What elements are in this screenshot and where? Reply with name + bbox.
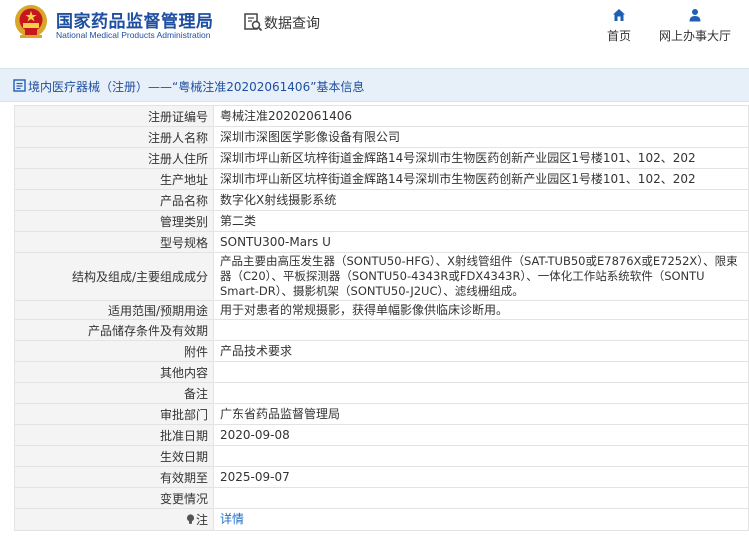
row-label: 适用范围/预期用途 (14, 300, 214, 320)
row-value (213, 361, 749, 383)
row-value: 数字化X射线摄影系统 (213, 189, 749, 211)
row-label: 备注 (14, 382, 214, 404)
table-row: 产品名称 数字化X射线摄影系统 (14, 189, 749, 211)
table-row: 备注 (14, 382, 749, 404)
row-label: 其他内容 (14, 361, 214, 383)
row-label: 注册人名称 (14, 126, 214, 148)
row-value: 第二类 (213, 210, 749, 232)
row-value: 粤械注准20202061406 (213, 105, 749, 127)
row-label: 产品储存条件及有效期 (14, 319, 214, 341)
row-label: 有效期至 (14, 466, 214, 488)
table-row: 有效期至 2025-09-07 (14, 466, 749, 488)
table-row: 管理类别 第二类 (14, 210, 749, 232)
table-row: 注册人住所 深圳市坪山新区坑梓街道金辉路14号深圳市生物医药创新产业园区1号楼10… (14, 147, 749, 169)
user-icon (689, 9, 701, 22)
row-label: 产品名称 (14, 189, 214, 211)
detail-table: 注册证编号 粤械注准20202061406 注册人名称 深圳市深图医学影像设备有限公… (14, 105, 749, 531)
row-label: 注册人住所 (14, 147, 214, 169)
row-value (213, 487, 749, 509)
record-title-bar: 境内医疗器械（注册）——“粤械注准20202061406”基本信息 (0, 68, 749, 102)
row-value (213, 382, 749, 404)
table-row-note: 注 详情 (14, 508, 749, 531)
note-value-cell: 详情 (213, 508, 749, 531)
row-label: 结构及组成/主要组成成分 (14, 252, 214, 301)
row-value: 产品技术要求 (213, 340, 749, 362)
table-row: 附件 产品技术要求 (14, 340, 749, 362)
row-value: 2025-09-07 (213, 466, 749, 488)
nav-home-label: 首页 (606, 29, 631, 43)
row-value: 深圳市深图医学影像设备有限公司 (213, 126, 749, 148)
row-label: 型号规格 (14, 231, 214, 253)
row-value: SONTU300-Mars U (213, 231, 749, 253)
table-row: 注册证编号 粤械注准20202061406 (14, 105, 749, 127)
nav-online-service-hall[interactable]: 网上办事大厅 (652, 8, 738, 48)
table-row: 变更情况 (14, 487, 749, 509)
home-icon (613, 9, 625, 21)
row-value (213, 319, 749, 341)
org-name-en: National Medical Products Administration (56, 30, 211, 40)
row-label: 批准日期 (14, 424, 214, 446)
document-icon (13, 79, 26, 92)
table-row: 审批部门 广东省药品监督管理局 (14, 403, 749, 425)
row-label: 管理类别 (14, 210, 214, 232)
table-row: 生产地址 深圳市坪山新区坑梓街道金辉路14号深圳市生物医药创新产业园区1号楼101… (14, 168, 749, 190)
lightbulb-icon (186, 514, 195, 524)
site-header: 国家药品监督管理局 National Medical Products Admi… (0, 0, 749, 62)
row-label: 审批部门 (14, 403, 214, 425)
org-name-cn: 国家药品监督管理局 (56, 12, 214, 32)
row-value: 产品主要由高压发生器（SONTU50-HFG）、X射线管组件（SAT-TUB50… (213, 252, 749, 301)
table-row: 产品储存条件及有效期 (14, 319, 749, 341)
note-label-cell: 注 (14, 508, 214, 531)
search-document-icon[interactable] (243, 12, 263, 32)
nav-home[interactable]: 首页 (598, 8, 640, 48)
table-row: 适用范围/预期用途 用于对患者的常规摄影，获得单幅影像供临床诊断用。 (14, 300, 749, 320)
row-label: 生效日期 (14, 445, 214, 467)
nav-online-service-hall-label: 网上办事大厅 (658, 29, 731, 43)
row-label: 变更情况 (14, 487, 214, 509)
row-value: 广东省药品监督管理局 (213, 403, 749, 425)
national-emblem-icon (15, 5, 47, 38)
row-value (213, 445, 749, 467)
table-row: 结构及组成/主要组成成分 产品主要由高压发生器（SONTU50-HFG）、X射线管… (14, 252, 749, 301)
table-row: 其他内容 (14, 361, 749, 383)
details-link[interactable]: 详情 (220, 512, 244, 526)
row-label: 注册证编号 (14, 105, 214, 127)
table-row: 注册人名称 深圳市深图医学影像设备有限公司 (14, 126, 749, 148)
row-value: 用于对患者的常规摄影，获得单幅影像供临床诊断用。 (213, 300, 749, 320)
row-value: 深圳市坪山新区坑梓街道金辉路14号深圳市生物医药创新产业园区1号楼101、102… (213, 168, 749, 190)
note-label: 注 (195, 513, 208, 527)
data-query-link[interactable]: 数据查询 (264, 13, 320, 33)
table-row: 批准日期 2020-09-08 (14, 424, 749, 446)
table-row: 型号规格 SONTU300-Mars U (14, 231, 749, 253)
row-value: 2020-09-08 (213, 424, 749, 446)
table-row: 生效日期 (14, 445, 749, 467)
row-label: 生产地址 (14, 168, 214, 190)
row-label: 附件 (14, 340, 214, 362)
row-value: 深圳市坪山新区坑梓街道金辉路14号深圳市生物医药创新产业园区1号楼101、102… (213, 147, 749, 169)
record-title: 境内医疗器械（注册）——“粤械注准20202061406”基本信息 (28, 80, 365, 94)
